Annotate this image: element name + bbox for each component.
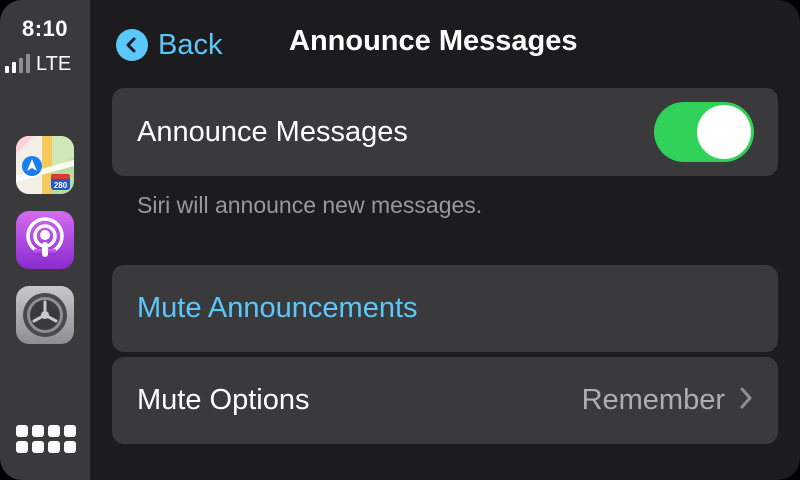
back-button[interactable]: Back <box>116 26 222 64</box>
carplay-screen: 8:10 LTE 280 Back Announce Messages Anno… <box>0 0 800 480</box>
announce-messages-cell: Announce Messages <box>112 88 778 176</box>
announce-messages-label: Announce Messages <box>137 115 408 148</box>
settings-app-icon[interactable] <box>16 286 74 344</box>
back-label: Back <box>158 28 223 61</box>
mute-announcements-label: Mute Announcements <box>137 292 418 324</box>
announce-footnote: Siri will announce new messages. <box>137 192 483 218</box>
chevron-left-icon <box>116 29 148 61</box>
mute-options-label: Mute Options <box>137 384 310 416</box>
status-signal: LTE <box>5 50 87 76</box>
signal-bars-icon <box>5 53 30 73</box>
interstate-shield-text: 280 <box>54 181 68 190</box>
announce-messages-toggle[interactable] <box>654 102 754 162</box>
podcasts-app-icon[interactable] <box>16 211 74 269</box>
toggle-knob <box>697 105 751 159</box>
mute-options-value: Remember <box>581 384 725 416</box>
maps-app-icon[interactable]: 280 <box>16 136 74 194</box>
status-time: 8:10 <box>21 16 69 41</box>
chevron-right-icon <box>739 386 753 415</box>
mute-options-cell[interactable]: Mute Options Remember <box>112 357 778 444</box>
carrier-label: LTE <box>36 53 72 75</box>
app-grid-icon[interactable] <box>16 425 76 457</box>
sidebar: 8:10 LTE 280 <box>0 0 90 480</box>
page-title: Announce Messages <box>289 25 578 57</box>
mute-announcements-button[interactable]: Mute Announcements <box>112 265 778 352</box>
